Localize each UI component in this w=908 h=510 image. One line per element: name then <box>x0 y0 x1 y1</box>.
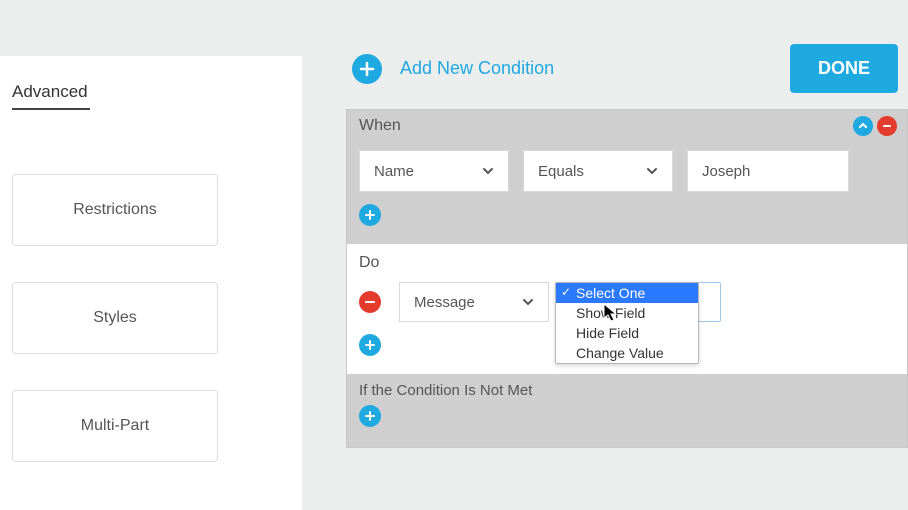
chevron-down-icon <box>522 296 534 308</box>
styles-button[interactable]: Styles <box>12 282 218 354</box>
do-action-select[interactable]: Message <box>399 282 549 322</box>
add-when-icon[interactable] <box>359 204 381 226</box>
when-operator-value: Equals <box>538 163 584 180</box>
chevron-down-icon <box>646 165 658 177</box>
add-condition-label[interactable]: Add New Condition <box>400 58 554 79</box>
do-target-dropdown: Select One Show Field Hide Field Change … <box>555 282 699 364</box>
add-condition-icon[interactable] <box>352 54 382 84</box>
when-row: Name Equals Joseph <box>347 136 907 204</box>
sidebar: Advanced Restrictions Styles Multi-Part <box>0 56 302 510</box>
else-title: If the Condition Is Not Met <box>359 382 895 399</box>
dropdown-option-show-field[interactable]: Show Field <box>556 303 698 323</box>
dropdown-option-change-value[interactable]: Change Value <box>556 343 698 363</box>
chevron-down-icon <box>482 165 494 177</box>
remove-do-icon[interactable] <box>359 291 381 313</box>
top-bar: Add New Condition DONE <box>346 44 908 93</box>
remove-condition-icon[interactable] <box>877 116 897 136</box>
multi-part-button[interactable]: Multi-Part <box>12 390 218 462</box>
collapse-icon[interactable] <box>853 116 873 136</box>
done-button[interactable]: DONE <box>790 44 898 93</box>
when-header: When <box>347 110 907 136</box>
when-add-row <box>347 204 907 244</box>
tab-underline <box>12 108 90 110</box>
else-section: If the Condition Is Not Met <box>347 374 907 447</box>
when-title: When <box>359 117 401 135</box>
do-action-value: Message <box>414 294 475 311</box>
do-row: Message Select One Show Field Hide Field… <box>359 282 895 322</box>
restrictions-button[interactable]: Restrictions <box>12 174 218 246</box>
add-do-icon[interactable] <box>359 334 381 356</box>
add-else-icon[interactable] <box>359 405 381 427</box>
when-field-select[interactable]: Name <box>359 150 509 192</box>
when-value-input[interactable]: Joseph <box>687 150 849 192</box>
condition-block: When Name Equals <box>346 109 908 448</box>
dropdown-option-hide-field[interactable]: Hide Field <box>556 323 698 343</box>
tab-advanced[interactable]: Advanced <box>12 82 288 102</box>
when-operator-select[interactable]: Equals <box>523 150 673 192</box>
conditions-panel: Add New Condition DONE When Name <box>346 0 908 448</box>
when-field-value: Name <box>374 163 414 180</box>
do-section: Do Message Select One Show Field Hide Fi… <box>347 244 907 374</box>
dropdown-option-select-one[interactable]: Select One <box>556 283 698 303</box>
do-title: Do <box>359 254 895 272</box>
when-value: Joseph <box>702 163 750 180</box>
